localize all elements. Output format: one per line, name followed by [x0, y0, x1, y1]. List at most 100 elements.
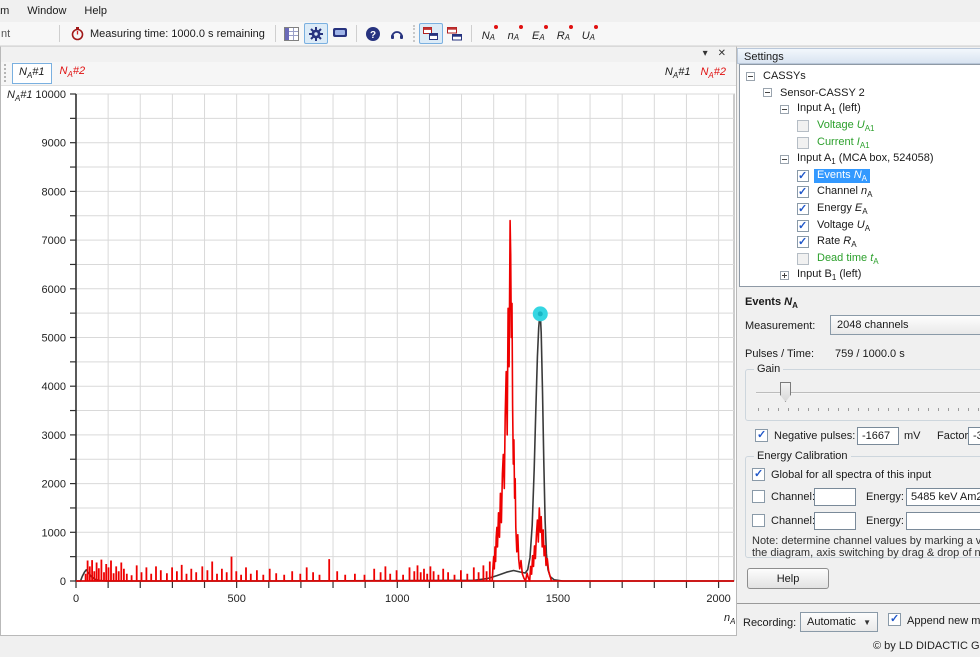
factor-input[interactable]: -3 [968, 427, 980, 445]
gain-slider-thumb[interactable] [780, 382, 791, 402]
y-axis-label[interactable]: NA#1 [7, 89, 33, 103]
tree-item-energyE[interactable]: Energy EA [740, 201, 980, 218]
panel-close-icon[interactable]: ✕ [718, 49, 726, 59]
global-calibration-checkbox[interactable] [752, 468, 765, 481]
x-axis-label[interactable]: nA [724, 612, 735, 626]
tree-item-input-b[interactable]: Input B1 (left) [740, 267, 980, 284]
tree-item-rateR[interactable]: Rate RA [740, 234, 980, 251]
tree-item-label: CASSYs [760, 70, 809, 82]
x-tick-label: 0 [73, 593, 79, 605]
drag-handle[interactable] [4, 64, 8, 82]
append-checkbox[interactable] [888, 613, 901, 626]
grid-icon [284, 27, 299, 41]
diagram-panel-titlebar: ▾ ✕ [1, 47, 736, 62]
spectrum-plot-area[interactable]: 0100020003000400050006000700080009000100… [1, 86, 736, 635]
gain-slider-ticks [758, 408, 980, 412]
tree-item-input-a[interactable]: Input A1 (left) [740, 101, 980, 118]
settings-button[interactable] [304, 23, 328, 44]
energy2-input[interactable] [906, 512, 980, 530]
diagram-tab-1[interactable]: NA#1 [12, 63, 52, 83]
spectrum-chart[interactable]: 0100020003000400050006000700080009000100… [1, 86, 736, 632]
tree-checkbox[interactable] [797, 236, 809, 248]
tree-checkbox[interactable] [797, 220, 809, 232]
timer-icon [70, 26, 85, 41]
quantity-button-NA[interactable]: NA [476, 23, 501, 44]
quantity-buttons: NAnAEARAUA [476, 23, 601, 44]
tree-item-label: Channel nA [814, 185, 876, 199]
recording-dropdown[interactable]: Automatic ▼ [800, 612, 878, 632]
arrange-windows-button[interactable] [443, 23, 467, 44]
negative-pulses-input[interactable]: -1667 [857, 427, 899, 445]
y-tick-label: 6000 [42, 284, 66, 296]
y-tick-label: 4000 [42, 381, 66, 393]
cascade-windows-button[interactable] [419, 23, 443, 44]
menu-item-window[interactable]: Window [18, 2, 75, 20]
channel2-label: Channel: [771, 515, 815, 527]
menu-item-help[interactable]: Help [75, 2, 116, 20]
channel2-checkbox[interactable] [752, 514, 765, 527]
tree-item-sensor-cassy-2[interactable]: Sensor-CASSY 2 [740, 85, 980, 102]
gear-icon [308, 26, 324, 42]
menu-item-am[interactable]: am [0, 2, 18, 20]
cascade-windows-icon [422, 26, 439, 41]
toolbar-clipped-text: nt [1, 28, 11, 40]
energy1-input[interactable]: 5485 keV Am24 [906, 488, 980, 506]
y-tick-label: 7000 [42, 235, 66, 247]
quantity-button-nA[interactable]: nA [501, 23, 526, 44]
collapse-icon[interactable] [746, 72, 755, 81]
display-icon [332, 27, 348, 40]
y-tick-label: 2000 [42, 479, 66, 491]
tree-item-label: Rate RA [814, 235, 860, 249]
mv-unit-label: mV [904, 430, 921, 442]
tree-item-eventsN[interactable]: Events NA [740, 168, 980, 185]
tree-item-channeln[interactable]: Channel nA [740, 184, 980, 201]
energy1-label: Energy: [866, 491, 904, 503]
tree-item-voltageU[interactable]: Voltage UA [740, 217, 980, 234]
negative-pulses-label: Negative pulses: [774, 430, 855, 442]
calibration-note-line1: Note: determine channel values by markin… [752, 535, 980, 547]
collapse-icon[interactable] [780, 155, 789, 164]
tree-item-label: Input B1 (left) [794, 268, 864, 282]
audio-support-button[interactable] [385, 23, 409, 44]
append-label: Append new mea [907, 615, 980, 627]
y-tick-label: 3000 [42, 430, 66, 442]
panel-collapse-icon[interactable]: ▾ [703, 49, 708, 59]
display-settings-button[interactable] [328, 23, 352, 44]
measuring-time-status: Measuring time: 1000.0 s remaining [64, 26, 271, 41]
expand-icon[interactable] [780, 271, 789, 280]
energy2-label: Energy: [866, 515, 904, 527]
tree-item-cassys[interactable]: CASSYs [740, 68, 980, 85]
help-button[interactable]: Help [747, 568, 829, 589]
tree-item-currentI[interactable]: Current IA1 [740, 134, 980, 151]
tree-item-dead-timet[interactable]: Dead time tA [740, 251, 980, 268]
active-dot [569, 25, 573, 29]
help-button-toolbar[interactable]: ? [361, 23, 385, 44]
quantity-button-RA[interactable]: RA [551, 23, 576, 44]
y-tick-label: 1000 [42, 527, 66, 539]
negative-pulses-checkbox[interactable] [755, 429, 768, 442]
table-display-button[interactable] [280, 23, 304, 44]
tree-checkbox[interactable] [797, 186, 809, 198]
tree-checkbox[interactable] [797, 170, 809, 182]
tree-item-voltageU[interactable]: Voltage UA1 [740, 118, 980, 135]
measurement-dropdown[interactable]: 2048 channels [830, 315, 980, 335]
tree-checkbox[interactable] [797, 253, 809, 265]
tree-item-input-a[interactable]: Input A1 (MCA box, 524058) [740, 151, 980, 168]
gain-groupbox: Gain [745, 369, 980, 421]
channel1-input[interactable] [814, 488, 856, 506]
channel2-input[interactable] [814, 512, 856, 530]
active-dot [544, 25, 548, 29]
channel1-checkbox[interactable] [752, 490, 765, 503]
diagram-tab-2[interactable]: NA#2 [54, 63, 92, 83]
legend-item-2: NA#2 [700, 66, 726, 80]
active-dot [494, 25, 498, 29]
collapse-icon[interactable] [763, 88, 772, 97]
tree-item-label: Voltage UA1 [814, 119, 878, 133]
collapse-icon[interactable] [780, 105, 789, 114]
quantity-button-EA[interactable]: EA [526, 23, 551, 44]
tree-checkbox[interactable] [797, 137, 809, 149]
tree-checkbox[interactable] [797, 203, 809, 215]
quantity-button-UA[interactable]: UA [576, 23, 601, 44]
tree-checkbox[interactable] [797, 120, 809, 132]
tree-item-label: Sensor-CASSY 2 [777, 87, 868, 99]
